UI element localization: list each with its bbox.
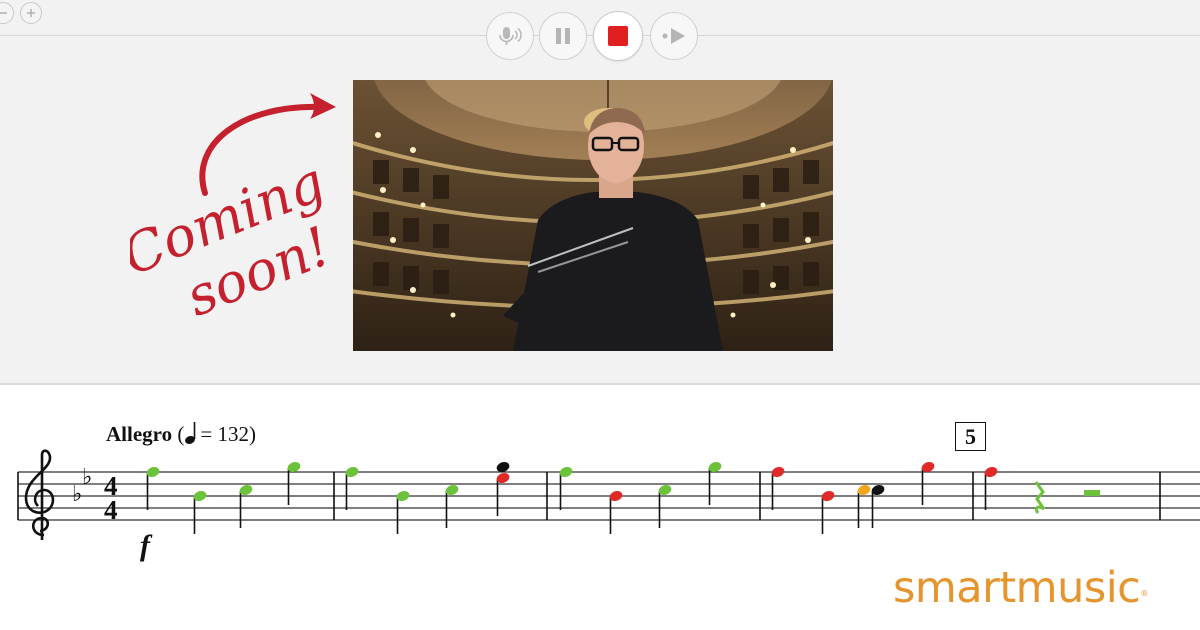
notes xyxy=(146,461,1100,534)
smartmusic-logo: smartmusic® xyxy=(893,563,1148,613)
plus-button[interactable] xyxy=(20,2,42,24)
svg-text:♭: ♭ xyxy=(72,482,82,507)
svg-text:♭: ♭ xyxy=(82,465,92,490)
pause-icon xyxy=(556,28,570,44)
stop-button[interactable] xyxy=(593,11,643,61)
treble-clef-icon xyxy=(24,449,55,540)
half-rest-icon xyxy=(1084,490,1100,496)
conductor-video[interactable] xyxy=(353,80,833,351)
play-from-here-button[interactable] xyxy=(650,12,698,60)
dynamic-marking: f xyxy=(140,529,153,562)
brand-trademark: ® xyxy=(1140,589,1148,598)
minus-icon xyxy=(0,12,7,14)
microphone-button[interactable] xyxy=(486,12,534,60)
conductor-image xyxy=(353,80,833,351)
coming-soon-annotation: Coming soon! xyxy=(130,93,339,329)
time-signature-bottom: 4 xyxy=(104,495,118,525)
stop-icon xyxy=(608,26,628,46)
quarter-rest-icon xyxy=(1034,481,1046,514)
plus-icon xyxy=(27,9,35,17)
brand-name: smartmusic xyxy=(893,563,1141,613)
play-from-here-icon xyxy=(662,28,685,44)
key-signature: ♭ ♭ xyxy=(72,465,92,507)
pause-button[interactable] xyxy=(539,12,587,60)
microphone-icon xyxy=(499,27,522,45)
